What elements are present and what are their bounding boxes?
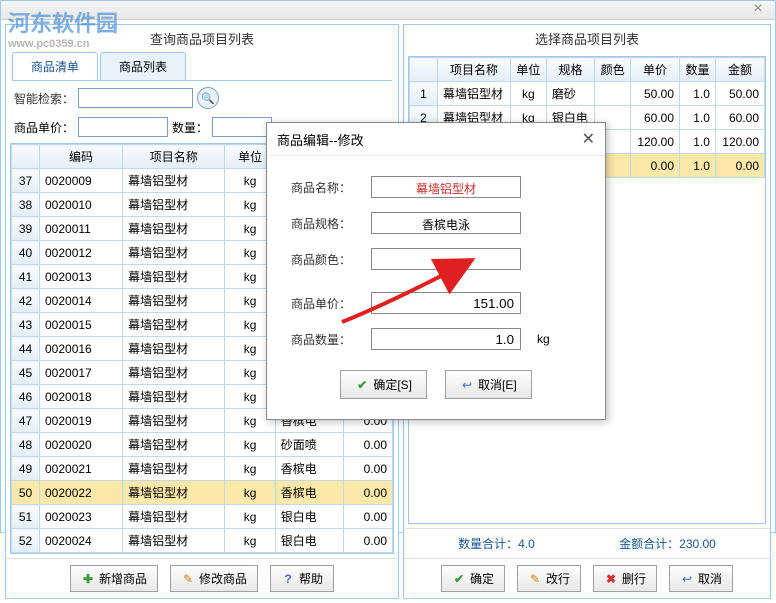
edit-icon: ✎	[181, 572, 195, 586]
plus-icon: ✚	[81, 572, 95, 586]
watermark-url: www.pc0359.cn	[8, 38, 118, 50]
name-label: 商品名称：	[291, 179, 361, 196]
watermark-text: 河东软件园	[8, 11, 118, 36]
column-header[interactable]: 颜色	[595, 58, 631, 82]
tabs: 商品清单 商品列表	[12, 52, 392, 81]
table-row[interactable]: 500020022幕墙铝型材kg香槟电0.00	[12, 481, 393, 505]
column-header[interactable]: 项目名称	[438, 58, 511, 82]
search-label: 智能检索：	[14, 90, 74, 107]
dialog-cancel-button[interactable]: ↩取消[E]	[445, 370, 532, 399]
confirm-button[interactable]: ✔确定	[441, 565, 505, 592]
modal-qty-input[interactable]	[371, 328, 521, 350]
spec-field[interactable]: 香槟电泳	[371, 212, 521, 234]
edit-product-button[interactable]: ✎修改商品	[170, 565, 258, 592]
product-edit-dialog: 商品编辑--修改 ✕ 商品名称： 幕墙铝型材 商品规格： 香槟电泳 商品颜色： 商品…	[266, 122, 606, 420]
edit-icon: ✎	[528, 572, 542, 586]
color-field[interactable]	[371, 248, 521, 270]
qty-total: 数量合计：4.0	[458, 535, 535, 552]
column-header[interactable]	[12, 145, 40, 169]
spec-label: 商品规格：	[291, 215, 361, 232]
cancel-icon: ↩	[460, 378, 474, 392]
column-header[interactable]	[410, 58, 438, 82]
amt-total: 金额合计：230.00	[619, 535, 716, 552]
color-label: 商品颜色：	[291, 251, 361, 268]
cancel-icon: ↩	[680, 572, 694, 586]
tab-product-list[interactable]: 商品清单	[12, 52, 98, 80]
help-button[interactable]: ?帮助	[270, 565, 334, 592]
dialog-titlebar: 商品编辑--修改 ✕	[267, 123, 605, 156]
column-header[interactable]: 规格	[546, 58, 594, 82]
column-header[interactable]: 项目名称	[123, 145, 225, 169]
qty-unit: kg	[537, 332, 550, 346]
column-header[interactable]: 单位	[510, 58, 546, 82]
price-input[interactable]	[78, 117, 168, 137]
delete-icon: ✖	[604, 572, 618, 586]
column-header[interactable]: 金额	[715, 58, 764, 82]
delete-row-button[interactable]: ✖删行	[593, 565, 657, 592]
column-header[interactable]: 单价	[631, 58, 680, 82]
name-field[interactable]: 幕墙铝型材	[371, 176, 521, 198]
search-bar: 智能检索： 🔍	[6, 81, 398, 115]
cancel-button[interactable]: ↩取消	[669, 565, 733, 592]
dialog-close-button[interactable]: ✕	[582, 129, 595, 149]
qty-input[interactable]	[212, 117, 272, 137]
column-header[interactable]: 编码	[40, 145, 123, 169]
price-label: 商品单价：	[14, 119, 74, 136]
dialog-title: 商品编辑--修改	[277, 130, 364, 149]
dialog-ok-button[interactable]: ✔确定[S]	[340, 370, 427, 399]
table-row[interactable]: 510020023幕墙铝型材kg银白电0.00	[12, 505, 393, 529]
qty-label: 数量：	[172, 119, 208, 136]
check-icon: ✔	[355, 378, 369, 392]
right-button-row: ✔确定 ✎改行 ✖删行 ↩取消	[404, 558, 770, 598]
right-panel-title: 选择商品项目列表	[404, 25, 770, 52]
column-header[interactable]: 数量	[680, 58, 716, 82]
watermark: 河东软件园 www.pc0359.cn	[0, 2, 126, 54]
table-row[interactable]: 490020021幕墙铝型材kg香槟电0.00	[12, 457, 393, 481]
modal-qty-label: 商品数量：	[291, 331, 361, 348]
modal-price-input[interactable]	[371, 292, 521, 314]
table-row[interactable]: 1幕墙铝型材kg磨砂50.001.050.00	[410, 82, 765, 106]
modify-row-button[interactable]: ✎改行	[517, 565, 581, 592]
tab-product-catalog[interactable]: 商品列表	[100, 52, 186, 80]
help-icon: ?	[281, 572, 295, 586]
check-icon: ✔	[452, 572, 466, 586]
modal-price-label: 商品单价：	[291, 295, 361, 312]
add-product-button[interactable]: ✚新增商品	[70, 565, 158, 592]
search-input[interactable]	[78, 88, 193, 108]
window-close-button[interactable]: ×	[749, 1, 767, 19]
search-button[interactable]: 🔍	[197, 87, 219, 109]
left-button-row: ✚新增商品 ✎修改商品 ?帮助	[6, 558, 398, 598]
table-row[interactable]: 520020024幕墙铝型材kg银白电0.00	[12, 529, 393, 553]
table-row[interactable]: 480020020幕墙铝型材kg砂面喷0.00	[12, 433, 393, 457]
